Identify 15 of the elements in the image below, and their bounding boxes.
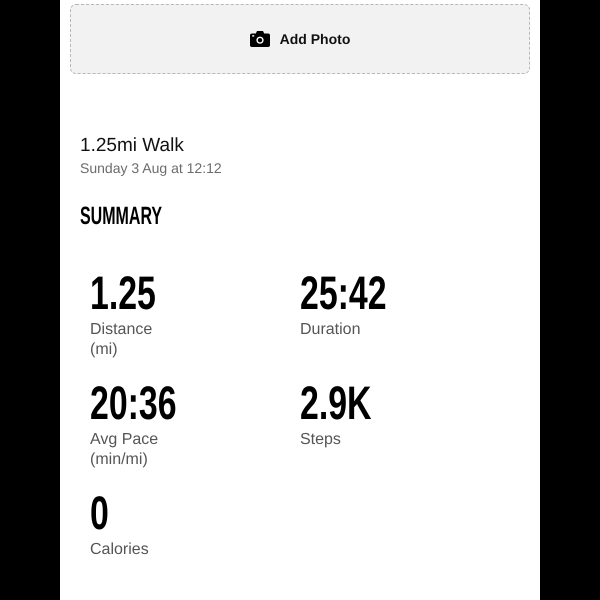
stat-label: Calories <box>90 540 149 560</box>
stat-value: 20:36 <box>90 379 177 426</box>
stat-label: Avg Pace (min/mi) <box>90 430 160 470</box>
stat-value: 2.9K <box>300 379 372 426</box>
activity-title: 1.25mi Walk <box>80 134 184 158</box>
summary-heading: SUMMARY <box>80 201 162 231</box>
stat-value: 1.25 <box>90 269 156 316</box>
add-photo-button[interactable]: Add Photo <box>70 4 530 74</box>
stat-value: 25:42 <box>300 269 387 316</box>
camera-icon <box>250 31 270 47</box>
activity-date: Sunday 3 Aug at 12:12 <box>80 159 222 178</box>
stat-label: Distance (mi) <box>90 320 154 360</box>
stat-value: 0 <box>90 489 109 536</box>
stat-label: Steps <box>300 430 341 450</box>
stat-label: Duration <box>300 320 360 340</box>
